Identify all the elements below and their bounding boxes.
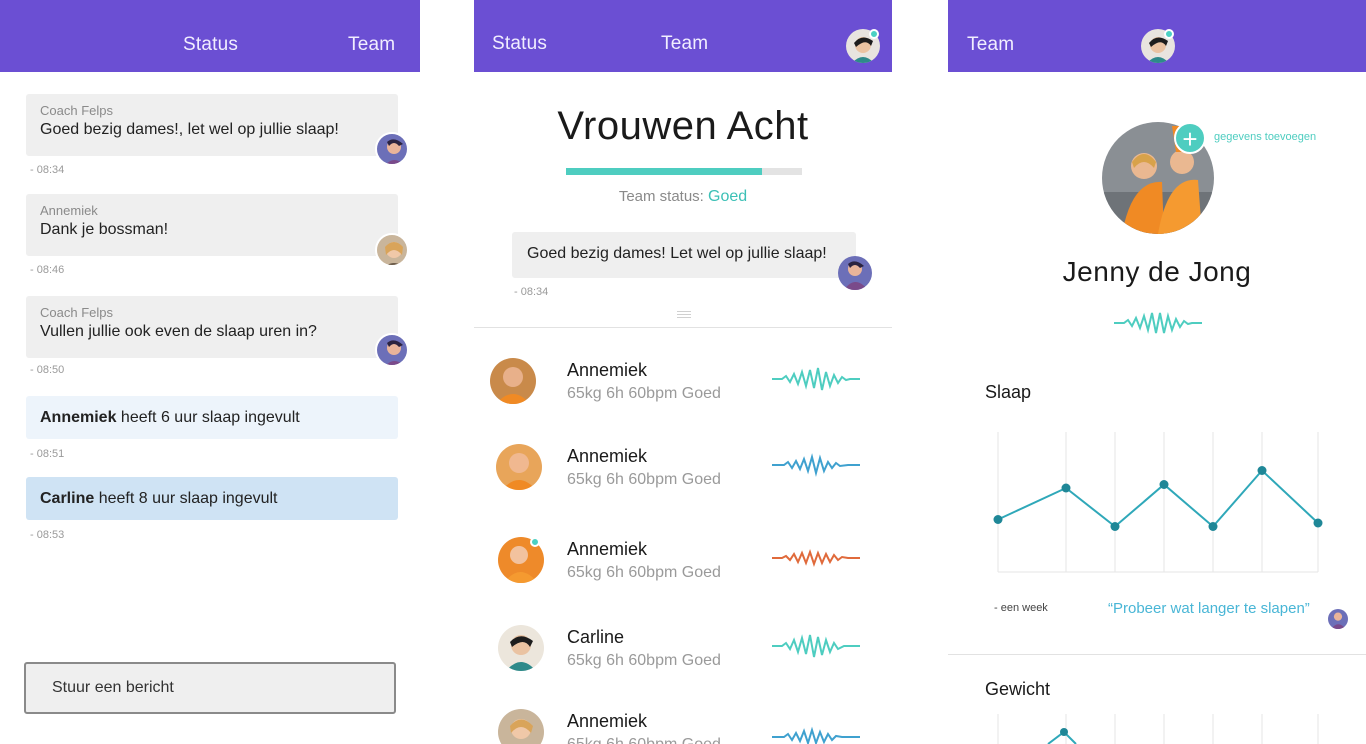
message-text: Goed bezig dames! Let wel op jullie slaa…	[527, 245, 827, 262]
online-indicator	[530, 537, 540, 547]
member-avatar	[496, 444, 542, 490]
online-indicator	[1164, 29, 1174, 39]
tab-status[interactable]: Status	[183, 34, 238, 56]
message-time: - 08:51	[30, 448, 65, 460]
weight-title: Gewicht	[985, 679, 1051, 699]
heartbeat-wave-icon	[772, 548, 860, 568]
sleep-point	[1061, 483, 1071, 493]
plus-icon: +	[1182, 124, 1198, 154]
heartbeat-wave-icon	[772, 726, 860, 744]
sleep-point	[1313, 518, 1323, 528]
team-title: Vrouwen Acht	[557, 104, 809, 148]
tab-team[interactable]: Team	[348, 34, 395, 56]
message-time: - 08:53	[30, 529, 65, 541]
sleep-point	[1208, 522, 1218, 531]
divider	[474, 327, 892, 328]
divider	[948, 654, 1366, 655]
member-avatar	[490, 358, 536, 404]
profile-screen: Team + gegevens toevoegen Jenny de Jong …	[948, 0, 1366, 744]
member-row[interactable]: Annemiek 65kg 6h 60bpm Goed	[474, 358, 892, 428]
team-status-label: Team status:	[618, 188, 704, 205]
chart-period: - een week	[994, 602, 1048, 614]
message-text: Goed bezig dames!, let wel op jullie sla…	[40, 121, 339, 138]
member-name: Annemiek	[567, 711, 648, 731]
message-sender: Coach Felps	[40, 103, 113, 118]
member-stats: 65kg 6h 60bpm Goed	[567, 385, 721, 402]
event-name: Carline	[40, 490, 95, 507]
member-avatar[interactable]	[375, 233, 409, 267]
chat-message: Annemiek Dank je bossman!	[26, 194, 398, 256]
add-data-label[interactable]: gegevens toevoegen	[1214, 131, 1316, 143]
coach-message: Goed bezig dames! Let wel op jullie slaa…	[512, 232, 856, 278]
message-sender: Annemiek	[40, 203, 98, 218]
top-bar: Status Team	[0, 0, 420, 72]
tab-status[interactable]: Status	[492, 33, 547, 55]
member-stats: 65kg 6h 60bpm Goed	[567, 736, 721, 744]
team-screen: Status Team Vrouwen Acht Team status: Go…	[474, 0, 892, 744]
sleep-event: Carline heeft 8 uur slaap ingevult	[26, 477, 398, 520]
member-name: Carline	[567, 627, 625, 647]
coach-avatar[interactable]	[375, 132, 409, 166]
tab-team[interactable]: Team	[967, 34, 1014, 56]
coach-avatar[interactable]	[375, 333, 409, 367]
chat-screen: Status Team Coach Felps Goed bezig dames…	[0, 0, 420, 744]
sleep-point	[1110, 522, 1120, 531]
member-row[interactable]: Annemiek 65kg 6h 60bpm Goed	[474, 537, 892, 607]
top-bar: Team	[948, 0, 1366, 72]
message-time: - 08:34	[30, 164, 65, 176]
member-name: Annemiek	[567, 360, 648, 380]
sleep-event: Annemiek heeft 6 uur slaap ingevult	[26, 396, 398, 439]
tab-team[interactable]: Team	[661, 33, 708, 55]
member-stats: 65kg 6h 60bpm Goed	[567, 471, 721, 488]
coach-avatar[interactable]	[838, 256, 872, 290]
heartbeat-wave-icon	[772, 634, 860, 658]
weight-chart	[997, 714, 1319, 744]
coach-quote: “Probeer wat langer te slapen”	[1108, 600, 1310, 617]
member-stats: 65kg 6h 60bpm Goed	[567, 652, 721, 669]
message-time: - 08:46	[30, 264, 65, 276]
member-row[interactable]: Carline 65kg 6h 60bpm Goed	[474, 625, 892, 695]
member-stats: 65kg 6h 60bpm Goed	[567, 564, 721, 581]
sleep-point	[993, 515, 1003, 524]
member-row[interactable]: Annemiek 65kg 6h 60bpm Goed	[474, 444, 892, 514]
top-bar: Status Team	[474, 0, 892, 72]
message-time: - 08:34	[514, 286, 549, 298]
heartbeat-wave-icon	[1114, 312, 1202, 334]
progress-fill	[566, 168, 762, 175]
message-text: Vullen jullie ook even de slaap uren in?	[40, 323, 317, 340]
event-text: heeft 8 uur slaap ingevult	[94, 490, 278, 507]
sleep-line	[997, 469, 1319, 528]
team-status: Team status: Goed	[474, 188, 892, 206]
chat-message: Coach Felps Goed bezig dames!, let wel o…	[26, 94, 398, 156]
member-name: Annemiek	[567, 446, 648, 466]
team-progress-bar	[566, 168, 802, 175]
add-data-button[interactable]: +	[1174, 122, 1206, 154]
sleep-chart	[993, 432, 1323, 573]
member-avatar	[498, 709, 544, 744]
sleep-point	[1257, 466, 1267, 475]
sleep-title: Slaap	[985, 382, 1032, 402]
sleep-point	[1159, 480, 1169, 489]
team-status-value: Goed	[708, 188, 748, 205]
message-time: - 08:50	[30, 364, 65, 376]
message-input[interactable]	[26, 664, 394, 712]
event-text: heeft 6 uur slaap ingevult	[116, 409, 300, 426]
chat-message: Coach Felps Vullen jullie ook even de sl…	[26, 296, 398, 358]
event-name: Annemiek	[40, 409, 117, 426]
message-sender: Coach Felps	[40, 305, 113, 320]
heartbeat-wave-icon	[772, 367, 860, 391]
heartbeat-wave-icon	[772, 453, 860, 477]
member-row[interactable]: Annemiek 65kg 6h 60bpm Goed	[474, 709, 892, 744]
message-text: Dank je bossman!	[40, 221, 169, 238]
member-name: Annemiek	[567, 539, 648, 559]
profile-name: Jenny de Jong	[1062, 256, 1252, 287]
coach-avatar[interactable]	[1328, 609, 1348, 629]
member-avatar	[498, 625, 544, 671]
online-indicator	[869, 29, 879, 39]
drag-handle[interactable]	[677, 311, 691, 320]
message-composer	[24, 662, 396, 714]
